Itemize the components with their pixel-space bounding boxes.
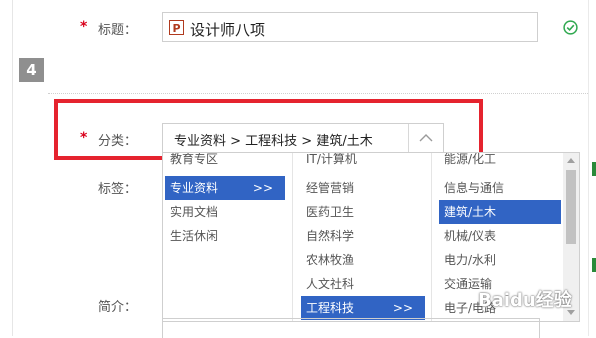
section-divider xyxy=(48,93,588,94)
highlight-annotation xyxy=(54,99,483,160)
expand-icon: >> xyxy=(252,181,273,195)
check-circle-icon xyxy=(563,20,578,35)
expand-icon: >> xyxy=(392,301,413,315)
dropdown-item-selected[interactable]: 专业资料 >> xyxy=(165,176,285,200)
left-divider xyxy=(12,0,13,336)
side-marker xyxy=(592,162,596,176)
dropdown-item[interactable]: 机械/仪表 xyxy=(439,224,561,248)
dropdown-item[interactable]: 医药卫生 xyxy=(301,200,425,224)
dropdown-item[interactable]: 经管营销 xyxy=(301,176,425,200)
dropdown-item[interactable]: 实用文档 xyxy=(165,200,285,224)
dropdown-item[interactable]: 人文社科 xyxy=(301,272,425,296)
scroll-up-arrow-icon[interactable] xyxy=(567,158,575,163)
step-badge: 4 xyxy=(19,58,44,82)
dropdown-item[interactable]: 自然科学 xyxy=(301,224,425,248)
title-label: 标题： xyxy=(98,23,138,38)
dropdown-item[interactable]: 教育专区 xyxy=(165,153,285,171)
dropdown-item[interactable]: 信息与通信 xyxy=(439,176,561,200)
watermark-text: Baidu经验 xyxy=(478,290,572,311)
dropdown-item[interactable]: IT/计算机 xyxy=(301,153,425,171)
dropdown-item[interactable]: 电力/水利 xyxy=(439,248,561,272)
dropdown-item[interactable]: 能源/化工 xyxy=(439,153,561,171)
category-column-level2: IT/计算机 经管营销 医药卫生 自然科学 农林牧渔 人文社科 工程科技 >> xyxy=(301,153,425,321)
side-marker xyxy=(592,258,596,272)
column-divider xyxy=(292,153,293,321)
tags-label: 标签： xyxy=(98,182,138,197)
intro-label: 简介： xyxy=(98,300,138,315)
dropdown-item[interactable]: 农林牧渔 xyxy=(301,248,425,272)
right-divider xyxy=(588,0,589,336)
category-column-level1: 教育专区 专业资料 >> 实用文档 生活休闲 xyxy=(165,153,285,321)
title-input[interactable]: P 设计师八项 xyxy=(162,12,538,42)
intro-textarea[interactable] xyxy=(162,318,540,338)
ppt-file-icon: P xyxy=(169,20,184,35)
title-value: 设计师八项 xyxy=(190,21,266,39)
watermark: Baidu经验 xyxy=(478,286,572,312)
title-required-mark: * xyxy=(80,19,88,35)
column-divider xyxy=(431,153,432,321)
dropdown-item-selected[interactable]: 建筑/土木 xyxy=(439,200,561,224)
scroll-thumb[interactable] xyxy=(566,170,576,244)
dropdown-item[interactable]: 生活休闲 xyxy=(165,224,285,248)
dropdown-item-selected[interactable]: 工程科技 >> xyxy=(301,296,425,320)
